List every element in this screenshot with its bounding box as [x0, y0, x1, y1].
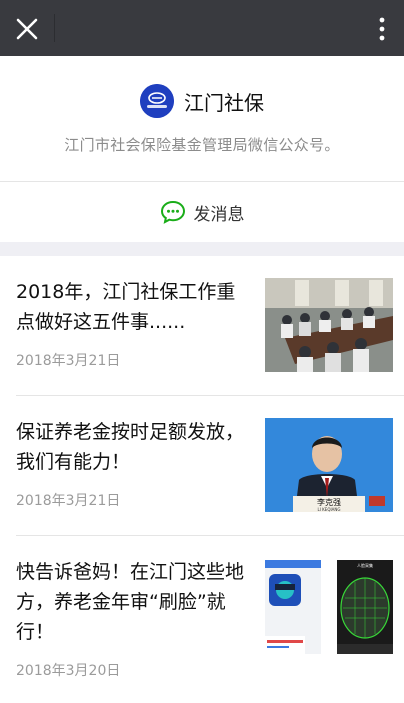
account-profile: 江门社保 江门市社会保险基金管理局微信公众号。	[0, 56, 404, 181]
topbar-divider	[54, 14, 55, 42]
article-item[interactable]: 保证养老金按时足额发放，我们有能力！ 2018年3月21日 李克强 LI KEQ…	[0, 396, 404, 536]
send-message-button[interactable]: 发消息	[0, 182, 404, 242]
article-item[interactable]: 2018年，江门社保工作重点做好这五件事...... 2018年3月21日	[0, 256, 404, 396]
article-title: 保证养老金按时足额发放，我们有能力！	[16, 421, 245, 473]
top-bar	[0, 0, 404, 56]
more-vertical-icon[interactable]	[376, 16, 388, 42]
article-thumbnail	[265, 278, 393, 372]
thumb-caption-en: LI KEQIANG	[318, 507, 341, 512]
account-row[interactable]: 江门社保	[0, 82, 404, 120]
article-title: 2018年，江门社保工作重点做好这五件事......	[16, 281, 236, 333]
article-date: 2018年3月21日	[16, 353, 121, 369]
article-date: 2018年3月21日	[16, 493, 121, 509]
thumb-caption: 李克强	[317, 497, 341, 507]
account-description: 江门市社会保险基金管理局微信公众号。	[64, 136, 340, 154]
article-thumbnail: 人脸采集	[265, 560, 393, 654]
account-name: 江门社保	[184, 90, 264, 115]
thumb-caption: 人脸采集	[357, 562, 373, 568]
article-title: 快告诉爸妈！在江门这些地方，养老金年审“刷脸”就行！	[16, 561, 245, 643]
chat-bubble-icon	[160, 199, 186, 225]
social-security-logo-icon	[140, 84, 174, 118]
article-item[interactable]: 快告诉爸妈！在江门这些地方，养老金年审“刷脸”就行！ 2018年3月20日 人脸…	[0, 536, 404, 703]
article-date: 2018年3月20日	[16, 663, 121, 679]
send-message-label: 发消息	[193, 204, 245, 225]
section-gap	[0, 242, 404, 256]
article-thumbnail: 李克强 LI KEQIANG	[265, 418, 393, 512]
close-icon[interactable]	[14, 16, 40, 42]
